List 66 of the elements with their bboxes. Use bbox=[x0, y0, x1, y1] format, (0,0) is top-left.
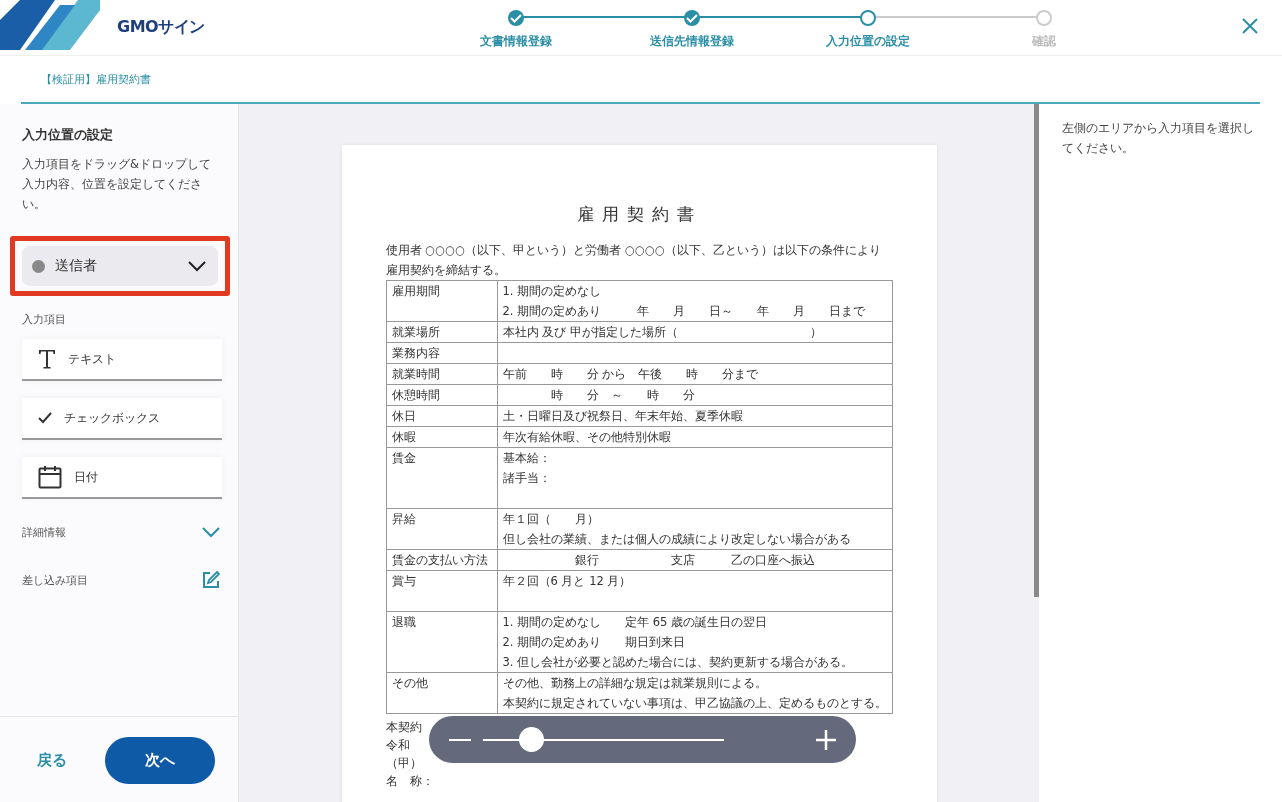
logo-text: GMOサイン bbox=[117, 17, 205, 38]
calendar-icon bbox=[38, 465, 62, 489]
table-cell-line: 銀行 支店 乙の口座へ振込 bbox=[573, 552, 816, 569]
table-cell: 退職 bbox=[391, 615, 416, 629]
table-cell: 賃金の支払い方法 bbox=[391, 553, 488, 567]
table-cell: 休憩時間 bbox=[391, 388, 440, 402]
document-line: 令和 bbox=[385, 737, 410, 754]
slider-thumb[interactable] bbox=[519, 727, 545, 752]
zoom-in-icon[interactable] bbox=[816, 729, 836, 750]
table-cell: 就業場所 bbox=[391, 325, 440, 339]
table-cell-line: 3. 但し会社が必要と認めた場合には、契約更新する場合がある。 bbox=[502, 654, 855, 671]
table-cell-line: 土・日曜日及び祝祭日、年末年始、夏季休暇 bbox=[502, 408, 744, 425]
step-label: 確認 bbox=[1031, 33, 1056, 50]
document-paragraph: 使用者 ○○○○（以下、甲という）と労働者 ○○○○（以下、乙という）は以下の条件により雇用契約を締結する。 bbox=[385, 242, 883, 279]
table-cell: 昇給 bbox=[391, 512, 416, 526]
panel-title: 入力位置の設定 bbox=[22, 126, 114, 144]
table-cell: 賞与 bbox=[391, 574, 416, 588]
table-cell-line: 2. 期間の定めあり 年 月 日～ 年 月 日まで bbox=[502, 303, 867, 320]
table-cell-line: 時 分 ～ 時 分 bbox=[549, 387, 696, 404]
table-cell-line: 2. 期間の定めあり 期日到来日 bbox=[502, 634, 687, 651]
table-cell-line: 年１回（ 月） bbox=[502, 511, 600, 528]
table-cell-line: 午前 時 分 から 午後 時 分まで bbox=[502, 366, 760, 383]
edit-icon[interactable] bbox=[202, 571, 220, 589]
field-type-item[interactable]: チェックボックス bbox=[22, 398, 222, 440]
document-name: 【検証用】雇用契約書 bbox=[41, 71, 151, 87]
chevron-down-icon[interactable] bbox=[188, 260, 206, 272]
document-line: 本契約 bbox=[385, 719, 422, 736]
table-cell: 休日 bbox=[391, 409, 416, 423]
text-type-icon bbox=[38, 349, 56, 369]
back-link[interactable]: 戻る bbox=[37, 750, 67, 770]
close-icon[interactable] bbox=[1242, 18, 1258, 34]
table-cell-line: その他、勤務上の詳細な規定は就業規則による。 bbox=[502, 675, 768, 692]
section-label: 詳細情報 bbox=[22, 524, 66, 540]
document-line: 名 称： bbox=[385, 773, 434, 790]
signer-select[interactable]: 送信者 bbox=[22, 246, 218, 286]
table-cell-line: 年次有給休暇、その他特別休暇 bbox=[502, 429, 672, 446]
table-cell: 業務内容 bbox=[391, 346, 440, 360]
zoom-out-icon[interactable] bbox=[449, 737, 471, 742]
field-type-item[interactable]: 日付 bbox=[22, 457, 222, 499]
step-label: 文書情報登録 bbox=[479, 33, 552, 50]
table-cell-line: 諸手当： bbox=[502, 470, 552, 487]
table-cell-line: 基本給： bbox=[502, 450, 552, 467]
check-icon bbox=[38, 412, 52, 424]
table-cell-line: 1. 期間の定めなし bbox=[502, 283, 603, 300]
document-line: （甲） bbox=[385, 755, 422, 772]
document-title: 雇用契約書 bbox=[575, 203, 703, 226]
field-type-item[interactable]: テキスト bbox=[22, 339, 222, 381]
section-label: 入力項目 bbox=[22, 312, 67, 327]
table-cell-line: 1. 期間の定めなし 定年 65 歳の誕生日の翌日 bbox=[502, 614, 769, 631]
table-cell: 休暇 bbox=[391, 430, 416, 444]
table-cell: 就業時間 bbox=[391, 367, 440, 381]
step-label: 送信先情報登録 bbox=[649, 33, 734, 50]
section-label: 差し込み項目 bbox=[22, 572, 88, 588]
table-cell-line: 本契約に規定されていない事項は、甲乙協議の上、定めるものとする。 bbox=[502, 695, 887, 712]
table-cell: 賃金 bbox=[391, 451, 416, 465]
hint-text: 左側のエリアから入力項目を選択してください。 bbox=[1062, 120, 1255, 157]
table-cell: 雇用期間 bbox=[391, 284, 440, 298]
scrollbar[interactable] bbox=[1034, 104, 1039, 597]
signer-dot bbox=[32, 259, 45, 273]
table-cell-line: 本社内 及び 甲が指定した場所（ ） bbox=[502, 324, 823, 341]
panel-description: 入力項目をドラッグ&ドロップして入力内容、位置を設定してください。 bbox=[22, 156, 212, 213]
table-cell: その他 bbox=[391, 676, 428, 690]
step-label: 入力位置の設定 bbox=[825, 33, 910, 50]
next-button[interactable]: 次へ bbox=[105, 736, 215, 784]
table-cell-line: 但し会社の業績、または個人の成績により改定しない場合がある bbox=[502, 531, 852, 548]
table-cell-line: 年２回（6 月と 12 月） bbox=[502, 573, 633, 590]
